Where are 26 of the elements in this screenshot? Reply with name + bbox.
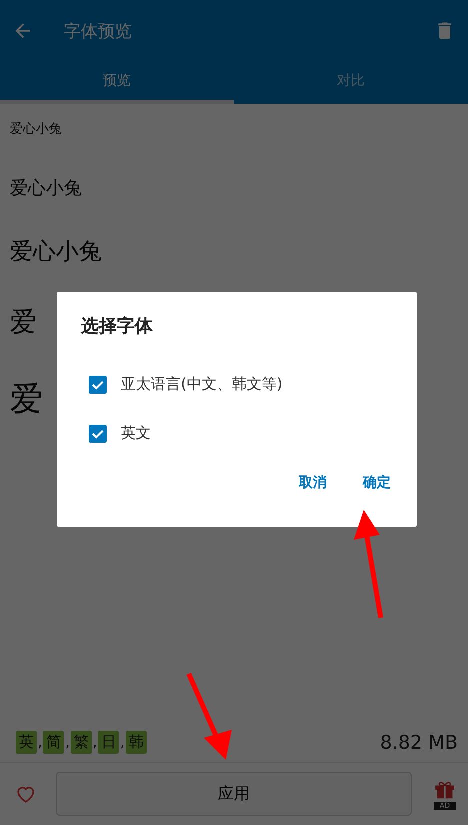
font-preview-text: 爱心小兔	[10, 239, 102, 267]
language-tag: 日	[98, 731, 120, 754]
dialog-title: 选择字体	[81, 315, 154, 338]
separator-text: ,	[38, 734, 42, 750]
dialog-button[interactable]: 取消	[289, 466, 337, 500]
language-tag: 简	[43, 731, 64, 754]
separator-text: ,	[65, 734, 70, 750]
screen-title: 字体预览	[64, 20, 133, 42]
option-label: 亚太语言(中文、韩文等)	[121, 375, 283, 394]
option-label: 英文	[121, 424, 151, 443]
tab[interactable]: 对比	[234, 62, 468, 104]
language-tag: 韩	[126, 731, 147, 754]
checkbox[interactable]	[89, 376, 107, 394]
checkbox[interactable]	[89, 424, 107, 442]
separator-text: ,	[92, 734, 98, 750]
separator-text: ,	[120, 734, 125, 750]
font-preview-text: 爱心小兔	[10, 178, 82, 200]
tab[interactable]: 预览	[0, 62, 234, 104]
dialog-button[interactable]: 确定	[353, 466, 401, 500]
font-preview-text: 爱	[10, 379, 43, 419]
file-size: 8.82 MB	[380, 732, 458, 754]
font-preview-text: 爱心小兔	[10, 122, 62, 138]
language-tag: 繁	[70, 731, 92, 754]
font-preview-text: 爱	[10, 306, 37, 340]
language-tag: 英	[16, 731, 37, 754]
apply-button[interactable]: 应用	[56, 772, 412, 816]
